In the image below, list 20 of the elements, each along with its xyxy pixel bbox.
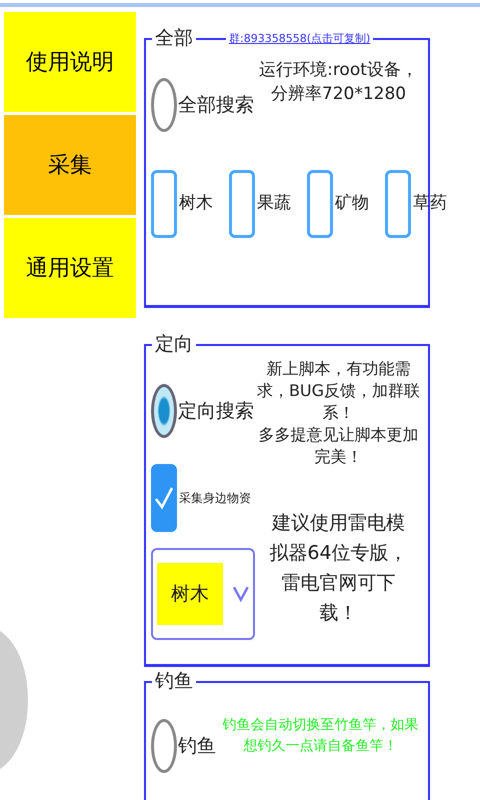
checkbox[interactable]: 树木 xyxy=(151,170,213,238)
checkbox[interactable]: 采集身边物资 xyxy=(151,464,253,532)
sidebar-tab[interactable]: 通用设置 xyxy=(4,218,136,318)
radio-option[interactable]: 全部搜索 xyxy=(151,78,253,132)
info-text: 钓鱼会自动切换至竹鱼竿，如果想钓久一点请自备鱼竿！ xyxy=(222,716,420,756)
group-link[interactable]: 群:893358558(点击可复制) xyxy=(226,31,374,47)
info-text: 新上脚本，有功能需求，BUG反馈，加群联系！ xyxy=(256,358,422,424)
radio-option[interactable]: 定向搜索 xyxy=(151,384,253,438)
sidebar-tab[interactable]: 使用说明 xyxy=(4,12,136,112)
check-icon xyxy=(154,485,174,511)
checkbox[interactable]: 果蔬 xyxy=(229,170,291,238)
section-title: 定向 xyxy=(152,332,196,356)
dropdown[interactable]: 树木 xyxy=(151,548,255,640)
info-text: 多多提意见让脚本更加完美！ xyxy=(258,424,420,468)
caret-icon xyxy=(233,585,249,603)
sidebar-tab[interactable]: 采集 xyxy=(4,115,136,215)
info-text: 建议使用雷电模拟器64位专版，雷电官网可下载！ xyxy=(268,511,409,626)
info-text: 运行环境:root设备，分辨率720*1280 xyxy=(258,59,419,106)
radio-option[interactable]: 钓鱼 xyxy=(151,719,217,773)
checkbox[interactable]: 矿物 xyxy=(307,170,369,238)
